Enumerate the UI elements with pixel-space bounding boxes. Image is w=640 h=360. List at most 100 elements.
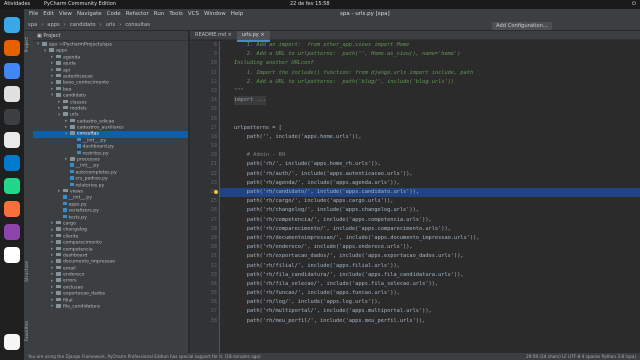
code-line[interactable]: 14 import ... bbox=[211, 96, 640, 106]
status-message[interactable]: You are using the Django Framework. PyCh… bbox=[28, 353, 261, 360]
breadcrumb-item[interactable]: spa bbox=[28, 20, 37, 31]
tree-item[interactable]: ▸ fila_candidatura bbox=[33, 304, 188, 310]
code-line[interactable]: 26 path('rh/changelog/', include('apps.c… bbox=[211, 206, 640, 215]
menu-item[interactable]: Code bbox=[107, 9, 121, 20]
code-line[interactable]: 18 path('', include('apps.home.urls')), bbox=[211, 133, 640, 142]
code-line[interactable]: 16 bbox=[211, 115, 640, 124]
menu-item[interactable]: Window bbox=[204, 9, 226, 20]
code-line[interactable]: 15 bbox=[211, 105, 640, 114]
code-line[interactable]: 31 path('rh/exportacao_dados/', include(… bbox=[211, 252, 640, 261]
code-line[interactable]: 28 path('rh/comparecimento/', include('a… bbox=[211, 225, 640, 234]
lightbulb-icon[interactable] bbox=[214, 190, 218, 194]
status-info[interactable]: 29:59 (14 chars) LF UTF-8 4 spaces Pytho… bbox=[526, 353, 636, 360]
code-line[interactable]: 11 1. Import the include() function: fro… bbox=[211, 69, 640, 78]
activities-button[interactable]: Atividades bbox=[4, 0, 30, 9]
editor-tabs: README.md × urls.py × bbox=[190, 31, 640, 42]
code-line[interactable]: 37 path('rh/multiportal/', include('apps… bbox=[211, 307, 640, 316]
tree-item-label: relatorios.py bbox=[75, 182, 105, 188]
dock-app-icon[interactable] bbox=[4, 63, 20, 79]
tree-item-label: candidato bbox=[63, 93, 86, 99]
dock-app-icon[interactable] bbox=[4, 178, 20, 194]
code-line[interactable]: 20 # Admin - RH bbox=[211, 151, 640, 160]
tool-tab[interactable]: Project bbox=[25, 37, 30, 52]
code-line[interactable]: 38 path('rh/meu_perfil/', include('apps.… bbox=[211, 317, 640, 326]
menu-item[interactable]: File bbox=[29, 9, 38, 20]
code-text: path('rh/exportacao_dados/', include('ap… bbox=[234, 253, 464, 260]
menu-item[interactable]: Refactor bbox=[126, 9, 149, 20]
menu-item[interactable]: View bbox=[59, 9, 72, 20]
tree-item-label: cargo bbox=[63, 221, 76, 227]
code-editor: README.md × urls.py × 8 1. Add an import:… bbox=[190, 31, 640, 353]
breadcrumb-item[interactable]: apps bbox=[47, 20, 59, 31]
code-line[interactable]: 17 urlpatterns = [ bbox=[211, 124, 640, 133]
dock-app-icon[interactable] bbox=[4, 247, 20, 263]
menu-item[interactable]: Run bbox=[154, 9, 165, 20]
show-apps-icon[interactable] bbox=[4, 334, 20, 350]
clock[interactable]: 22 de fev 15:58 bbox=[290, 0, 330, 9]
line-number: 16 bbox=[210, 115, 217, 122]
editor-tab[interactable]: README.md × bbox=[190, 31, 237, 40]
line-number: 21 bbox=[210, 161, 217, 168]
tool-tab[interactable]: Structure bbox=[25, 261, 30, 282]
tree-item-label: processos bbox=[77, 157, 100, 163]
menu-item[interactable]: Edit bbox=[43, 9, 54, 20]
menu-item[interactable]: Help bbox=[231, 9, 244, 20]
tool-tab[interactable]: Favorites bbox=[25, 321, 30, 341]
code-line[interactable]: 34 path('rh/fila_selecao/', include('app… bbox=[211, 280, 640, 289]
dock-app-icon[interactable] bbox=[4, 132, 20, 148]
python-file-icon bbox=[70, 182, 74, 187]
code-line[interactable]: 23 path('rh/agenda/', include('apps.agen… bbox=[211, 179, 640, 188]
dock-app-icon[interactable] bbox=[4, 109, 20, 125]
code-line[interactable]: 30 path('rh/endereco/', include('apps.en… bbox=[211, 243, 640, 252]
app-indicator[interactable]: PyCharm Community Edition bbox=[44, 0, 116, 9]
line-number: 26 bbox=[210, 207, 217, 214]
code-line[interactable]: 36 path('rh/log/', include('apps.log.url… bbox=[211, 298, 640, 307]
code-line[interactable]: 13 """ bbox=[211, 87, 640, 96]
code-area[interactable]: 8 1. Add an import: from other_app.views… bbox=[211, 41, 640, 353]
menu-item[interactable]: Navigate bbox=[77, 9, 102, 20]
folder-icon bbox=[56, 259, 61, 263]
tree-item-label: agenda bbox=[63, 55, 81, 61]
dock-app-icon[interactable] bbox=[4, 86, 20, 102]
folder-icon bbox=[63, 99, 68, 104]
code-line[interactable]: 9 2. Add a URL to urlpatterns: path('', … bbox=[214, 50, 640, 59]
dock-app-icon[interactable] bbox=[4, 224, 20, 240]
menu-item[interactable]: VCS bbox=[188, 9, 199, 20]
pycharm-window: File Edit View Navigate Code Refactor Run Tools… bbox=[24, 9, 640, 360]
menu-item[interactable]: Tools bbox=[169, 9, 183, 20]
code-line[interactable]: 27 path('rh/competencia/', include('apps… bbox=[211, 216, 640, 225]
close-icon[interactable]: × bbox=[259, 32, 264, 38]
close-icon[interactable]: × bbox=[226, 32, 232, 38]
dock-app-icon[interactable] bbox=[4, 201, 20, 217]
folder-icon bbox=[56, 93, 61, 97]
dock-app-icon[interactable] bbox=[4, 40, 20, 56]
breadcrumb-item[interactable]: candidato bbox=[70, 20, 96, 31]
breadcrumb-item[interactable]: urls bbox=[106, 20, 116, 31]
code-line[interactable]: 12 2. Add a URL to urlpatterns: path('bl… bbox=[211, 78, 640, 87]
folder-icon bbox=[63, 188, 68, 193]
code-text: path('rh/fila_candidatura/', include('ap… bbox=[234, 271, 464, 278]
code-text: import ... bbox=[234, 96, 266, 106]
code-line[interactable]: 33 path('rh/fila_candidatura/', include(… bbox=[211, 271, 640, 280]
add-configuration-button[interactable]: Add Configuration... bbox=[492, 22, 552, 30]
tree-item-label: spa ~/PycharmProjects/spa bbox=[49, 42, 112, 48]
code-line[interactable]: 22 path('rh/auth/', include('apps.autent… bbox=[211, 170, 640, 179]
code-line[interactable]: 35 path('rh/funcao/', include('apps.func… bbox=[211, 289, 640, 298]
folder-icon bbox=[70, 118, 75, 123]
code-line[interactable]: 19 bbox=[211, 142, 640, 151]
tree-item-label: __init__.py bbox=[75, 163, 100, 169]
dock-app-icon[interactable] bbox=[4, 17, 20, 33]
tree-item-label: filial bbox=[63, 297, 73, 303]
dock-app-icon[interactable] bbox=[4, 155, 20, 171]
breadcrumb-item[interactable]: consultas bbox=[125, 20, 150, 31]
code-line[interactable]: 21 path('rh/', include('apps.home_rh.url… bbox=[211, 160, 640, 169]
code-line[interactable]: 8 1. Add an import: from other_app.views… bbox=[214, 41, 640, 50]
code-line[interactable]: 24 path('rh/candidato/', include('apps.c… bbox=[211, 188, 640, 198]
code-line[interactable]: 10 Including another URLconf bbox=[211, 59, 640, 68]
code-line[interactable]: 29 path('rh/documentoimpressao/', includ… bbox=[211, 234, 640, 243]
python-file-icon bbox=[77, 137, 81, 142]
system-tray[interactable]: ⏻ bbox=[632, 0, 636, 9]
code-line[interactable]: 32 path('rh/filial/', include('apps.fili… bbox=[211, 262, 640, 271]
project-panel-header[interactable]: ▣ Project bbox=[33, 31, 188, 41]
code-line[interactable]: 25 path('rh/cargo/', include('apps.cargo… bbox=[211, 197, 640, 206]
